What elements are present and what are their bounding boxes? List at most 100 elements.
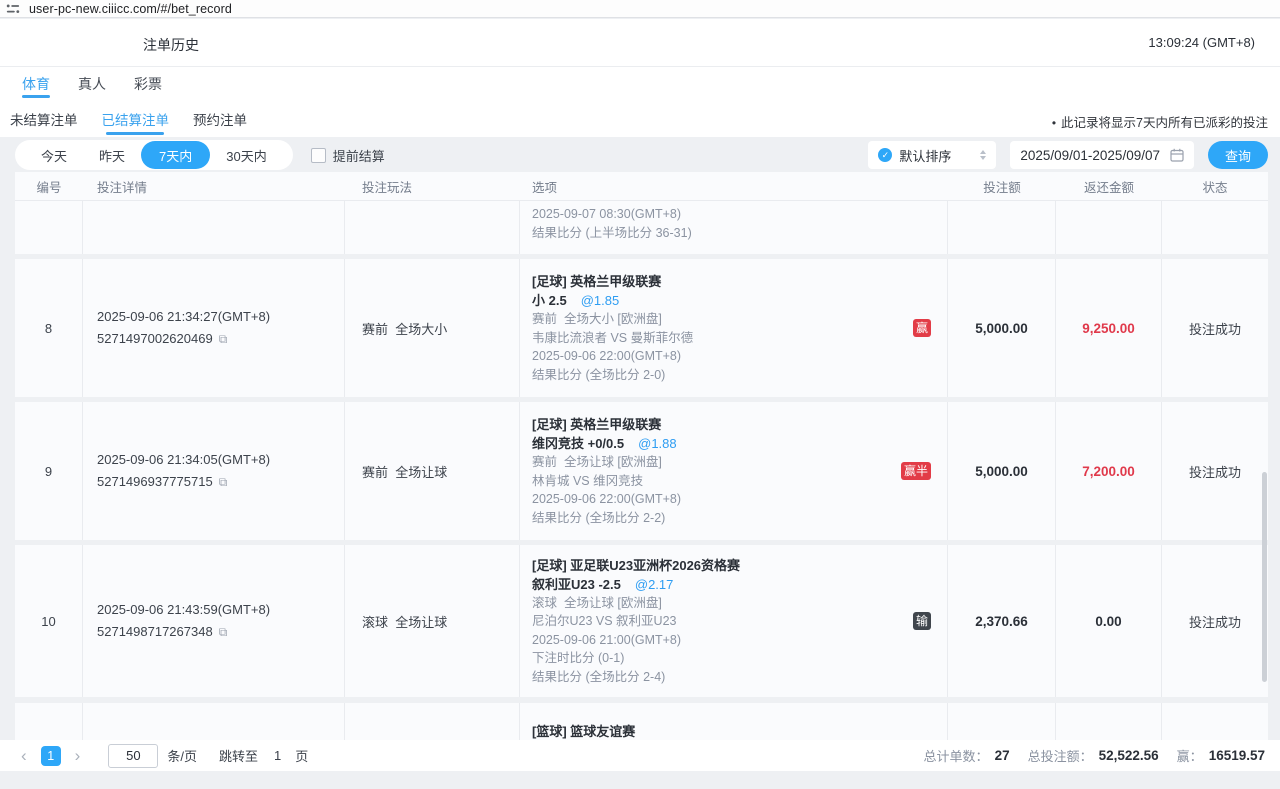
calendar-icon [1170, 148, 1184, 162]
odds-value: @1.85 [581, 293, 620, 308]
sort-select[interactable]: ✓ 默认排序 [868, 141, 996, 169]
date-range-value: 2025/09/01-2025/09/07 [1020, 148, 1160, 163]
result-badge: 赢 [913, 319, 931, 337]
bullet-icon: • [1052, 116, 1056, 130]
subtab-reserved[interactable]: 预约注单 [193, 101, 247, 137]
early-settle-label: 提前结算 [333, 146, 385, 165]
market-line: 赛前 全场让球 [欧洲盘] [532, 453, 947, 472]
match-time: 2025-09-06 21:00(GMT+8) [532, 631, 947, 650]
match-teams: 林肯城 VS 维冈竞技 [532, 472, 947, 491]
live-score: 下注时比分 (0-1) [532, 649, 947, 668]
league-name: [足球] 英格兰甲级联赛 [532, 272, 947, 291]
bet-status: 投注成功 [1189, 319, 1241, 338]
col-header-return: 返还金额 [1056, 177, 1162, 196]
early-settle-option[interactable]: 提前结算 [311, 146, 385, 165]
return-amount: 7,200.00 [1082, 464, 1135, 479]
url-text[interactable]: user-pc-new.ciiicc.com/#/bet_record [29, 2, 232, 16]
bet-play-type: 赛前 全场让球 [362, 462, 519, 481]
check-circle-icon: ✓ [878, 148, 892, 162]
sort-selected-value: 默认排序 [899, 146, 980, 165]
league-name: [足球] 英格兰甲级联赛 [532, 415, 947, 434]
bet-table: 编号 投注详情 投注玩法 选项 投注额 返还金额 状态 2025-09-07 0… [15, 172, 1268, 740]
bet-time: 2025-09-06 21:34:05(GMT+8) [97, 449, 344, 471]
col-header-play: 投注玩法 [345, 177, 520, 196]
page-number-button[interactable]: 1 [41, 746, 61, 766]
market-line: 赛前 全场大小 [欧洲盘] [532, 310, 947, 329]
tab-live[interactable]: 真人 [78, 67, 106, 101]
col-header-detail: 投注详情 [83, 177, 345, 196]
bet-status: 投注成功 [1189, 462, 1241, 481]
pick-name: 维冈竞技 +0/0.5 [532, 436, 624, 451]
copy-icon[interactable]: ⧉ [219, 328, 228, 350]
bet-play-type: 赛前 全场大小 [362, 319, 519, 338]
page-title: 注单历史 [143, 35, 199, 55]
total-win-value: 16519.57 [1209, 748, 1265, 763]
total-stake-value: 52,522.56 [1099, 748, 1159, 763]
bet-record-page: user-pc-new.ciiicc.com/#/bet_record 注单历史… [0, 0, 1280, 789]
page-header: 注单历史 13:09:24 (GMT+8) [0, 19, 1280, 67]
result-score: 结果比分 (上半场比分 36-31) [532, 224, 947, 243]
date-range-picker[interactable]: 2025/09/01-2025/09/07 [1010, 141, 1194, 169]
stake-amount: 5,000.00 [975, 464, 1028, 479]
return-amount: 0.00 [1095, 614, 1121, 629]
row-no: 10 [41, 614, 55, 629]
row-no: 8 [45, 321, 52, 336]
filter-bar: 今天 昨天 7天内 30天内 提前结算 ✓ 默认排序 2025/09/01-20… [15, 140, 1268, 170]
result-badge: 赢半 [901, 462, 931, 480]
table-header-row: 编号 投注详情 投注玩法 选项 投注额 返还金额 状态 [15, 172, 1268, 201]
bet-play-type: 滚球 全场让球 [362, 612, 519, 631]
tab-search-icon[interactable] [6, 3, 20, 15]
subtab-settled[interactable]: 已结算注单 [102, 101, 170, 137]
subtab-unsettled[interactable]: 未结算注单 [10, 101, 78, 137]
range-7days-button[interactable]: 7天内 [141, 141, 210, 169]
next-page-button[interactable]: › [69, 747, 87, 764]
bet-id: 5271497002620469 [97, 328, 213, 350]
match-teams: 尼泊尔U23 VS 叙利亚U23 [532, 612, 947, 631]
query-button[interactable]: 查询 [1208, 141, 1268, 169]
col-header-stake: 投注额 [948, 177, 1056, 196]
tab-lottery[interactable]: 彩票 [134, 67, 162, 101]
category-tabs: 体育 真人 彩票 [0, 67, 1280, 101]
early-settle-checkbox[interactable] [311, 148, 326, 163]
market-line: 滚球 全场让球 [欧洲盘] [532, 594, 947, 613]
jump-page-value[interactable]: 1 [274, 748, 281, 763]
pick-name: 叙利亚U23 -2.5 [532, 577, 621, 592]
page-unit-label: 页 [295, 746, 308, 765]
totals-summary: 总计单数： 27 总投注额： 52,522.56 赢： 16519.57 [924, 746, 1265, 765]
col-header-status: 状态 [1162, 177, 1268, 196]
bet-time: 2025-09-06 21:43:59(GMT+8) [97, 599, 344, 621]
tab-sports[interactable]: 体育 [22, 67, 50, 101]
league-name: [足球] 亚足联U23亚洲杯2026资格赛 [532, 556, 947, 575]
copy-icon[interactable]: ⧉ [219, 471, 228, 493]
jump-to-label: 跳转至 [219, 746, 258, 765]
league-name: [篮球] 篮球友谊赛 [532, 722, 947, 740]
range-30days-button[interactable]: 30天内 [210, 140, 282, 170]
match-teams: 韦康比流浪者 VS 曼斯菲尔德 [532, 329, 947, 348]
row-no: 9 [45, 464, 52, 479]
sorter-arrows-icon[interactable] [980, 150, 986, 160]
total-win-label: 赢： [1177, 746, 1203, 765]
return-amount: 9,250.00 [1082, 321, 1135, 336]
table-row: 10 2025-09-06 21:43:59(GMT+8) 5271498717… [15, 545, 1268, 697]
result-badge: 输 [913, 612, 931, 630]
table-row-partial-bottom: [篮球] 篮球友谊赛 [15, 703, 1268, 740]
range-yesterday-button[interactable]: 昨天 [83, 140, 141, 170]
result-score: 结果比分 (全场比分 2-0) [532, 366, 947, 385]
match-time: 2025-09-06 22:00(GMT+8) [532, 490, 947, 509]
page-size-input[interactable] [108, 744, 158, 768]
table-row: 9 2025-09-06 21:34:05(GMT+8) 52714969377… [15, 402, 1268, 540]
server-time: 13:09:24 (GMT+8) [1148, 35, 1255, 50]
pagination-bar: ‹ 1 › 条/页 跳转至 1 页 总计单数： 27 总投注额： 52,522.… [0, 740, 1280, 771]
prev-page-button[interactable]: ‹ [15, 747, 33, 764]
page-size-label: 条/页 [167, 746, 197, 765]
result-score: 结果比分 (全场比分 2-4) [532, 668, 947, 687]
total-count-label: 总计单数： [924, 746, 989, 765]
table-row: 8 2025-09-06 21:34:27(GMT+8) 52714970026… [15, 259, 1268, 397]
vertical-scrollbar[interactable] [1262, 472, 1267, 682]
stake-amount: 2,370.66 [975, 614, 1028, 629]
col-header-no: 编号 [15, 177, 83, 196]
date-range-group: 今天 昨天 7天内 30天内 [15, 140, 293, 170]
bet-time: 2025-09-06 21:34:27(GMT+8) [97, 306, 344, 328]
copy-icon[interactable]: ⧉ [219, 621, 228, 643]
range-today-button[interactable]: 今天 [25, 140, 83, 170]
